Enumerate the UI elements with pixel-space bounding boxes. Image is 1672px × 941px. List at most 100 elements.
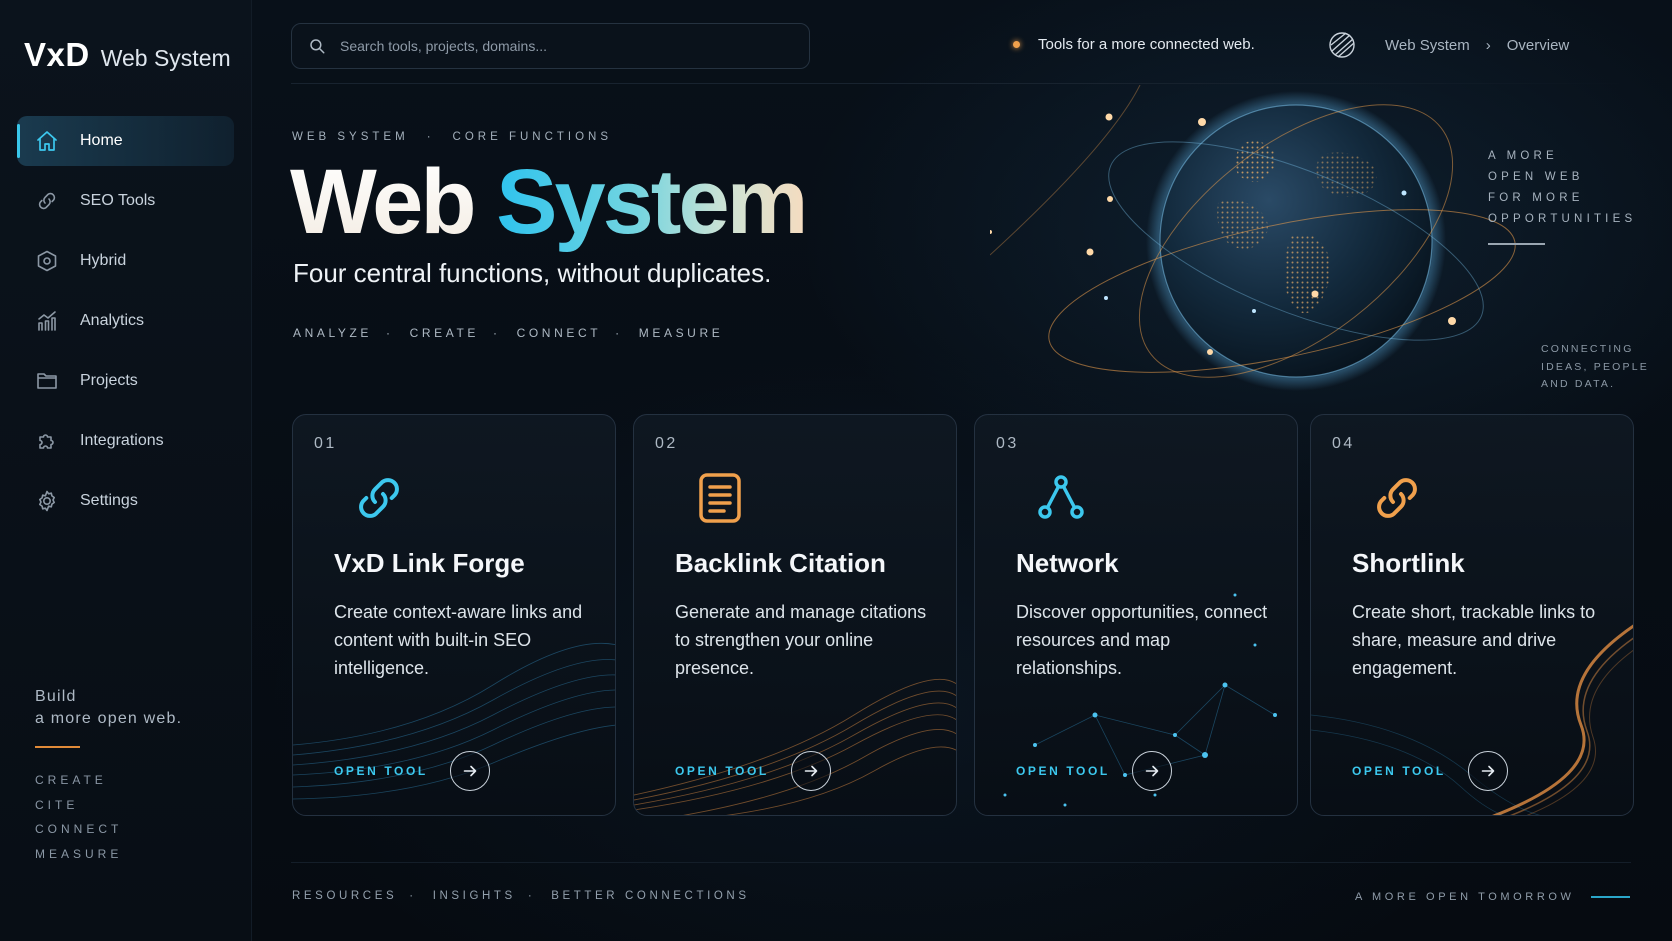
open-tool-label: OPEN TOOL <box>1352 764 1446 778</box>
page-subtitle: Four central functions, without duplicat… <box>293 258 772 288</box>
sidebar-item-home[interactable]: Home <box>17 116 234 166</box>
tool-card-network[interactable]: 03 Network Discover opportunities, conne… <box>974 414 1298 816</box>
search-box[interactable] <box>291 23 810 69</box>
tool-card-link-forge[interactable]: 01 VxD Link Forge Create context-aware l… <box>292 414 616 816</box>
network-icon <box>1038 475 1084 519</box>
caption-line: IDEAS, PEOPLE <box>1541 360 1649 373</box>
brand-mark: VxD <box>24 36 90 73</box>
accent-rule <box>35 746 80 748</box>
separator-dot: · <box>409 890 417 902</box>
sidebar-keyword: CREATE <box>35 773 107 787</box>
sidebar-item-label: Integrations <box>80 432 164 449</box>
breadcrumb-item-current[interactable]: Overview <box>1507 37 1570 54</box>
brand-logo[interactable]: VxD Web System <box>24 36 231 74</box>
sidebar-item-hybrid[interactable]: Hybrid <box>17 236 234 286</box>
separator-dot: · <box>527 890 536 902</box>
open-tool-button[interactable]: OPEN TOOL <box>1016 751 1172 791</box>
sidebar-item-label: SEO Tools <box>80 192 156 209</box>
divider <box>291 83 1631 84</box>
card-description: Create context-aware links and content w… <box>334 602 583 678</box>
sidebar-footer-line2: a more open web. <box>35 710 183 727</box>
sidebar-item-projects[interactable]: Projects <box>17 356 234 406</box>
arrow-right-icon[interactable] <box>790 751 831 791</box>
side-note-line: OPEN WEB <box>1488 171 1584 183</box>
breadcrumb-item[interactable]: Web System <box>1385 37 1470 54</box>
sidebar-item-label: Projects <box>80 372 138 389</box>
sidebar-item-settings[interactable]: Settings <box>17 476 234 526</box>
hero-side-note: A MORE OPEN WEB FOR MORE OPPORTUNITIES <box>1488 146 1636 230</box>
sidebar-keyword: MEASURE <box>35 846 123 861</box>
app-window: VxD Web System Home SEO Tools Hybrid Ana… <box>0 0 1672 941</box>
card-number: 01 <box>314 435 337 452</box>
sidebar-item-integrations[interactable]: Integrations <box>17 416 234 466</box>
eyebrow-item: WEB SYSTEM <box>292 131 409 143</box>
sidebar-item-analytics[interactable]: Analytics <box>17 296 234 346</box>
page-title: Web System <box>290 151 808 253</box>
puzzle-icon <box>34 428 60 454</box>
sidebar-item-seo-tools[interactable]: SEO Tools <box>17 176 234 226</box>
title-part1: Web <box>290 151 477 253</box>
open-tool-button[interactable]: OPEN TOOL <box>1352 751 1508 791</box>
hero-keyword: CONNECT <box>516 326 602 340</box>
folder-icon <box>34 368 60 394</box>
footer-links: RESOURCES · INSIGHTS · BETTER CONNECTION… <box>292 890 750 902</box>
hero-caption: CONNECTING IDEAS, PEOPLE AND DATA. <box>1541 341 1649 394</box>
topbar-tagline: Tools for a more connected web. <box>1013 36 1255 53</box>
tool-card-shortlink[interactable]: 04 Shortlink Create short, trackable lin… <box>1310 414 1634 816</box>
open-tool-button[interactable]: OPEN TOOL <box>334 751 490 791</box>
hero-eyebrow: WEB SYSTEM · CORE FUNCTIONS <box>292 131 612 143</box>
footer-link-insights[interactable]: INSIGHTS <box>433 890 516 902</box>
status-dot <box>1013 41 1020 48</box>
open-tool-button[interactable]: OPEN TOOL <box>675 751 831 791</box>
search-input[interactable] <box>340 38 780 54</box>
separator-dot: · <box>426 131 435 143</box>
separator-dot: · <box>615 326 623 340</box>
card-description: Discover opportunities, connect resource… <box>1016 602 1268 678</box>
search-icon <box>310 39 325 54</box>
gear-icon <box>34 488 60 514</box>
card-number: 04 <box>1332 435 1355 452</box>
hexagon-icon <box>34 248 60 274</box>
sidebar-nav: Home SEO Tools Hybrid Analytics Projects… <box>17 116 234 536</box>
card-description: Generate and manage citations to strengt… <box>675 602 927 678</box>
footer-tagline: A MORE OPEN TOMORROW <box>1355 891 1575 903</box>
brand-name: Web System <box>100 45 231 71</box>
document-icon <box>699 473 741 523</box>
sidebar-item-label: Hybrid <box>80 252 127 269</box>
card-description: Create short, trackable links to share, … <box>1352 602 1596 678</box>
footer-link-resources[interactable]: RESOURCES <box>292 890 397 902</box>
hero-keywords: ANALYZE · CREATE · CONNECT · MEASURE <box>293 326 723 340</box>
card-title: Backlink Citation <box>675 548 886 578</box>
open-tool-label: OPEN TOOL <box>1016 764 1110 778</box>
sidebar-keyword: CITE <box>35 797 79 812</box>
sidebar: VxD Web System Home SEO Tools Hybrid Ana… <box>0 0 252 941</box>
separator-dot: · <box>493 326 501 340</box>
arrow-right-icon[interactable] <box>449 751 490 791</box>
arrow-right-icon[interactable] <box>1131 751 1172 791</box>
caption-line: CONNECTING <box>1541 343 1634 355</box>
open-tool-label: OPEN TOOL <box>334 764 428 778</box>
caption-line: AND DATA. <box>1541 378 1616 390</box>
tool-card-backlink-citation[interactable]: 02 Backlink Citation Generate and manage… <box>633 414 957 816</box>
chevron-right-icon: › <box>1485 37 1491 54</box>
tagline-text: Tools for a more connected web. <box>1038 36 1255 53</box>
footer-accent-rule <box>1591 896 1630 898</box>
side-note-line: OPPORTUNITIES <box>1488 213 1637 225</box>
side-note-line: A MORE <box>1488 150 1558 162</box>
eyebrow-item: CORE FUNCTIONS <box>452 131 613 143</box>
home-icon <box>34 128 60 154</box>
open-tool-label: OPEN TOOL <box>675 764 769 778</box>
link-icon <box>1377 478 1417 518</box>
hero-keyword: CREATE <box>409 326 479 340</box>
sidebar-item-label: Analytics <box>80 312 145 329</box>
footer-link-better-connections[interactable]: BETTER CONNECTIONS <box>551 890 749 902</box>
sidebar-footer-line1: Build <box>35 688 77 705</box>
card-title: Shortlink <box>1352 548 1465 578</box>
globe-illustration <box>990 85 1516 391</box>
title-part2: System <box>496 151 808 253</box>
sidebar-keyword: CONNECT <box>35 822 123 836</box>
globe-icon[interactable] <box>1326 29 1358 61</box>
card-title: VxD Link Forge <box>334 548 525 578</box>
arrow-right-icon[interactable] <box>1467 751 1508 791</box>
bar-chart-icon <box>34 308 60 334</box>
